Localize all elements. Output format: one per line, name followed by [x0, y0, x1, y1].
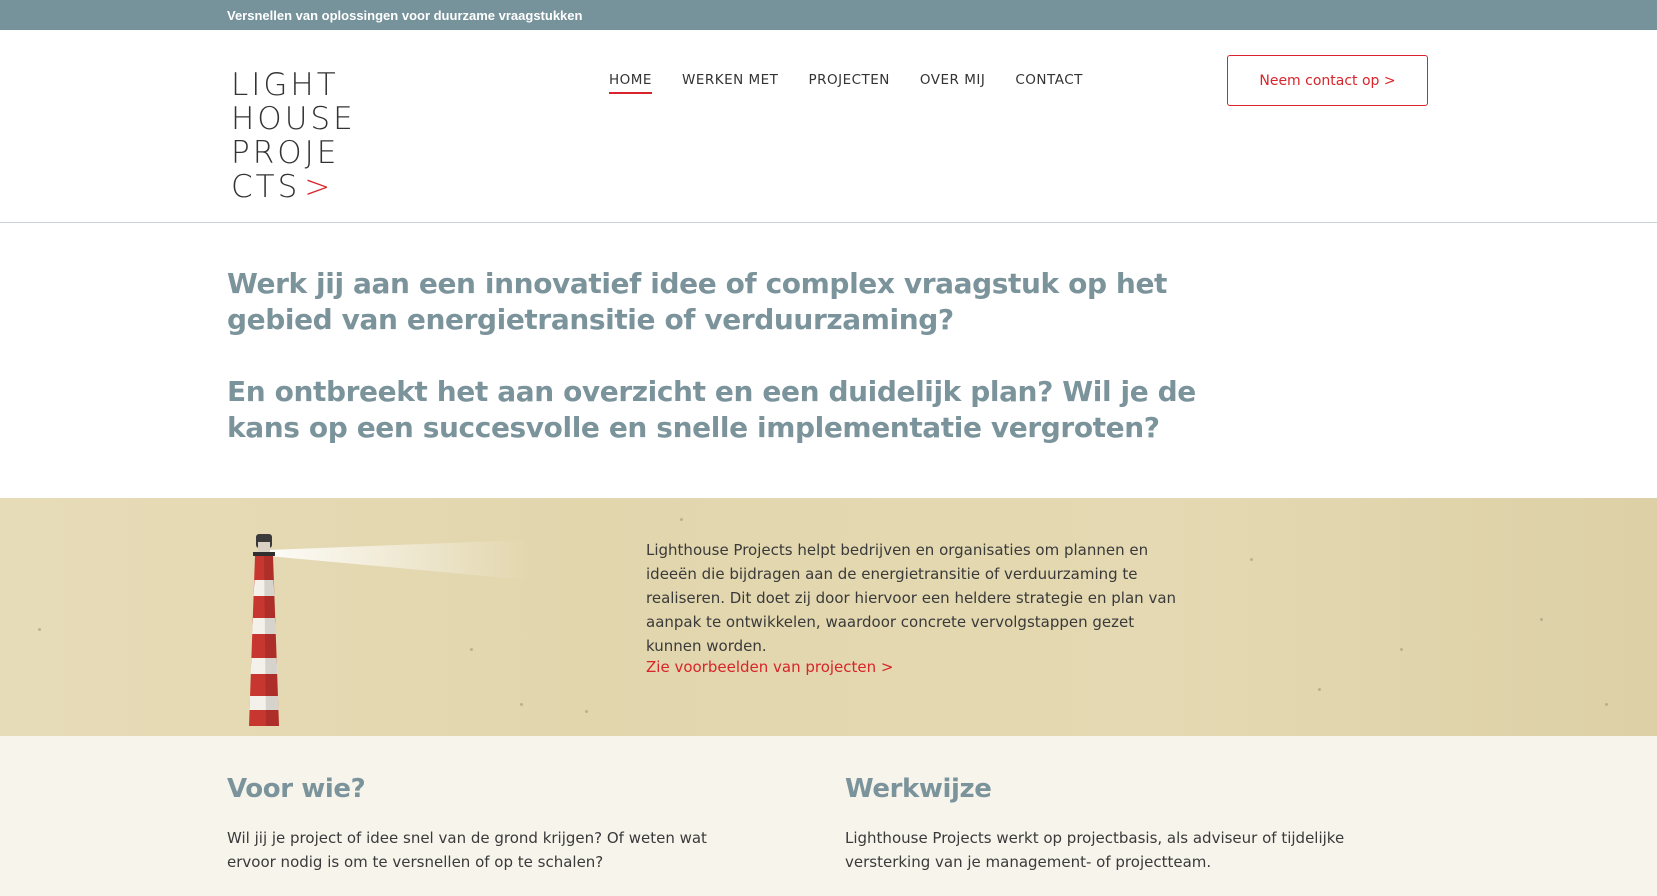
logo[interactable]: LIGHT HOUSE PROJE CTS > [231, 67, 356, 204]
intro-section: Werk jij aan een innovatief idee of comp… [227, 266, 1227, 446]
nav-item-projecten[interactable]: PROJECTEN [808, 72, 889, 94]
tagline: Versnellen van oplossingen voor duurzame… [227, 8, 583, 23]
info-section: Voor wie? Wil jij je project of idee sne… [0, 736, 1657, 896]
nav-item-werken-met[interactable]: WERKEN MET [682, 72, 778, 94]
intro-heading: Werk jij aan een innovatief idee of comp… [227, 267, 1168, 336]
for-whom-text: Wil jij je project of idee snel van de g… [227, 829, 707, 871]
logo-line: HOUSE [231, 101, 356, 137]
for-whom-column: Voor wie? Wil jij je project of idee sne… [227, 774, 747, 874]
banner-text: Lighthouse Projects helpt bedrijven en o… [646, 541, 1177, 655]
main-nav: HOME WERKEN MET PROJECTEN OVER MIJ CONTA… [609, 72, 1083, 94]
site-header: LIGHT HOUSE PROJE CTS > HOME WERKEN MET P… [0, 30, 1657, 223]
intro-heading-secondary: En ontbreekt het aan overzicht en een du… [227, 375, 1196, 444]
logo-line-last: CTS > [231, 170, 341, 204]
logo-line-text: CTS [231, 169, 301, 205]
contact-button[interactable]: Neem contact op > [1227, 55, 1428, 106]
top-bar: Versnellen van oplossingen voor duurzame… [0, 0, 1657, 30]
approach-text: Lighthouse Projects werkt op projectbasi… [845, 829, 1345, 871]
approach-title: Werkwijze [845, 774, 992, 804]
logo-arrow-icon: > [304, 169, 334, 205]
hero-banner: Lighthouse Projects helpt bedrijven en o… [0, 498, 1657, 736]
projects-link[interactable]: Zie voorbeelden van projecten > [646, 658, 894, 676]
nav-item-home[interactable]: HOME [609, 72, 652, 94]
for-whom-title: Voor wie? [227, 774, 366, 804]
lighthouse-icon [249, 534, 528, 726]
nav-item-over-mij[interactable]: OVER MIJ [920, 72, 985, 94]
logo-line: PROJE [231, 135, 340, 171]
nav-item-contact[interactable]: CONTACT [1015, 72, 1083, 94]
approach-column: Werkwijze Lighthouse Projects werkt op p… [845, 774, 1365, 874]
logo-line: LIGHT [231, 67, 339, 103]
